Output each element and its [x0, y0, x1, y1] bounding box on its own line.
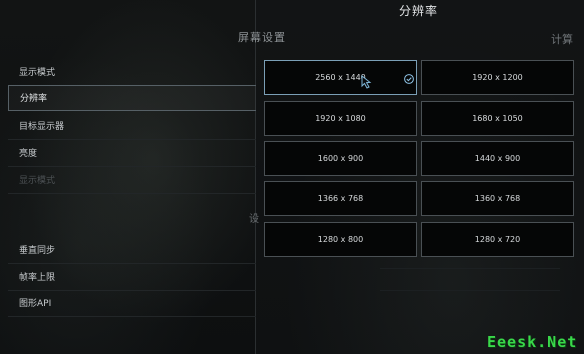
resolution-option-1280x720[interactable]: 1280 x 720	[421, 222, 574, 257]
resolution-option-2560x1440[interactable]: 2560 x 1440	[264, 60, 417, 95]
resolution-label: 1600 x 900	[317, 154, 364, 163]
resolution-label: 1360 x 768	[474, 194, 521, 203]
menu-item-target-monitor[interactable]: 目标显示器	[8, 114, 256, 140]
cursor-arrow-icon	[361, 75, 372, 89]
resolution-option-1440x900[interactable]: 1440 x 900	[421, 141, 574, 176]
resolution-label: 1280 x 800	[317, 235, 364, 244]
menu-item-resolution[interactable]: 分辨率	[8, 85, 256, 111]
resolution-label: 1366 x 768	[317, 194, 364, 203]
resolution-option-1280x800[interactable]: 1280 x 800	[264, 222, 417, 257]
resolution-option-1680x1050[interactable]: 1680 x 1050	[421, 101, 574, 136]
resolution-option-1920x1080[interactable]: 1920 x 1080	[264, 101, 417, 136]
resolution-label: 1280 x 720	[474, 235, 521, 244]
resolution-option-1920x1200[interactable]: 1920 x 1200	[421, 60, 574, 95]
screen-settings-header: 屏幕设置	[238, 31, 286, 44]
resolution-option-1360x768[interactable]: 1360 x 768	[421, 181, 574, 216]
resolution-label: 1440 x 900	[474, 154, 521, 163]
resolution-panel-title: 分辨率	[399, 4, 439, 18]
resolution-label: 1680 x 1050	[472, 114, 523, 123]
ghost-line	[380, 268, 560, 269]
menu-item-fps-limit[interactable]: 帧率上限	[8, 265, 256, 291]
menu-item-brightness[interactable]: 亮度	[8, 141, 256, 167]
resolution-option-1600x900[interactable]: 1600 x 900	[264, 141, 417, 176]
menu-item-graphics-api[interactable]: 图形API	[8, 291, 256, 317]
menu-item-disabled: 显示模式	[8, 168, 256, 194]
check-icon	[404, 74, 414, 84]
resolution-option-1366x768[interactable]: 1366 x 768	[264, 181, 417, 216]
background-tab-label: 计算	[551, 33, 573, 46]
resolution-label: 1920 x 1080	[315, 114, 366, 123]
resolution-label: 2560 x 1440	[315, 73, 366, 82]
resolution-label: 1920 x 1200	[472, 73, 523, 82]
partial-section-label: 设	[249, 214, 259, 225]
ghost-line	[380, 290, 560, 291]
menu-item-display-mode[interactable]: 显示模式	[8, 60, 256, 86]
resolution-panel-background	[256, 0, 584, 354]
menu-item-vsync[interactable]: 垂直同步	[8, 238, 256, 264]
site-watermark: Eeesk.Net	[487, 333, 578, 351]
